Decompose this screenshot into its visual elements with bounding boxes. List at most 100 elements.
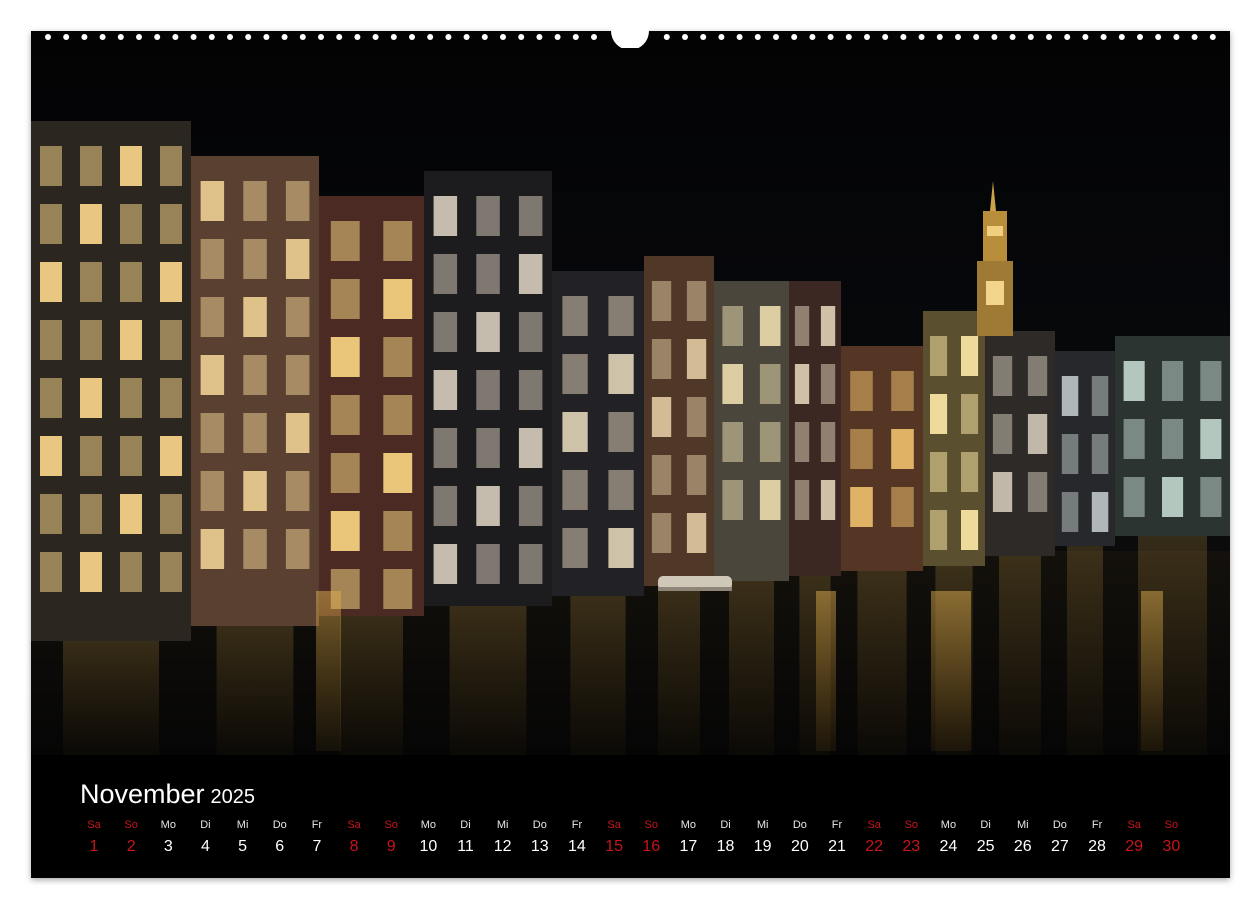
day-name: So — [1164, 819, 1179, 831]
window — [160, 262, 182, 302]
day-name: Sa — [1127, 819, 1141, 831]
window — [285, 181, 310, 221]
day-name: Fr — [571, 819, 583, 831]
day-number: 9 — [386, 838, 396, 855]
day-number: 3 — [163, 838, 173, 855]
window — [200, 355, 225, 395]
day-cell: Mo 24 — [930, 819, 966, 856]
day-name: Mi — [496, 819, 509, 831]
day-name: Do — [1052, 819, 1067, 831]
window — [518, 196, 543, 236]
water-reflection — [449, 606, 527, 755]
day-cell: Sa 15 — [596, 819, 632, 856]
month-name: November — [80, 779, 205, 809]
window — [243, 297, 267, 337]
water-reflection — [729, 581, 774, 755]
day-cell: Fr 7 — [299, 819, 335, 856]
window — [120, 320, 142, 360]
day-number: 16 — [642, 838, 661, 855]
window — [1027, 414, 1048, 454]
day-number: 5 — [238, 838, 248, 855]
day-name: So — [384, 819, 398, 831]
window — [651, 339, 672, 379]
day-number: 12 — [493, 838, 512, 855]
day-cell: So 30 — [1153, 819, 1189, 856]
day-cell: Mi 5 — [225, 819, 261, 856]
window — [383, 395, 413, 435]
window — [200, 529, 225, 569]
day-name: Fr — [311, 819, 323, 831]
day-name: Do — [792, 819, 807, 831]
day-number: 2 — [126, 838, 136, 855]
day-name: Sa — [347, 819, 361, 831]
window — [722, 364, 743, 404]
window — [1162, 419, 1184, 459]
day-cell: So 16 — [633, 819, 669, 856]
window — [686, 397, 707, 437]
day-cell: Di 4 — [187, 819, 223, 856]
window — [285, 413, 310, 453]
day-name: Mi — [236, 819, 249, 831]
window — [476, 544, 500, 584]
photo-amsterdam-canal-night — [31, 31, 1230, 755]
day-name: So — [904, 819, 919, 831]
window — [433, 312, 458, 352]
window — [160, 436, 182, 476]
day-cell: Do 6 — [262, 819, 298, 856]
window — [200, 471, 225, 511]
day-row: Sa 1 So 2 Mo 3 Di 4 Mi 5 Do 6 Fr 7 Sa 8 So 9 Mo 10 Di 11 Mi 12 D… — [31, 819, 1230, 869]
window — [1162, 477, 1184, 517]
day-cell: Mo 17 — [670, 819, 706, 856]
window — [891, 487, 914, 527]
day-number: 20 — [790, 838, 809, 855]
window — [383, 279, 413, 319]
day-name: So — [644, 819, 658, 831]
window — [850, 487, 873, 527]
window — [243, 355, 267, 395]
window — [608, 470, 634, 510]
day-number: 14 — [568, 838, 586, 855]
day-name: So — [124, 819, 138, 831]
window — [120, 436, 142, 476]
day-number: 23 — [902, 838, 921, 855]
window — [1061, 434, 1079, 474]
day-name: Do — [272, 819, 287, 831]
window — [476, 312, 500, 352]
day-name: Fr — [831, 819, 843, 831]
day-name: Di — [200, 819, 211, 831]
window — [686, 513, 707, 553]
window — [518, 312, 543, 352]
light-reflection — [1141, 591, 1163, 751]
window — [891, 371, 914, 411]
day-number: 1 — [89, 838, 99, 855]
window — [80, 378, 102, 418]
day-cell: Di 11 — [448, 819, 484, 856]
month-title: November 2025 — [80, 779, 255, 810]
day-number: 4 — [200, 838, 210, 855]
day-name: Sa — [867, 819, 881, 831]
window — [383, 221, 413, 261]
window — [961, 510, 979, 550]
window — [794, 422, 810, 462]
day-name: Mi — [1016, 819, 1029, 831]
window — [850, 429, 873, 469]
water-reflection — [570, 596, 626, 755]
window — [992, 414, 1013, 454]
window — [433, 428, 458, 468]
day-cell: Mi 19 — [745, 819, 781, 856]
window — [930, 394, 948, 434]
day-number: 18 — [716, 838, 735, 855]
day-number: 8 — [349, 838, 359, 855]
window — [433, 254, 458, 294]
window — [40, 262, 62, 302]
window — [80, 146, 102, 186]
day-number: 11 — [457, 838, 474, 855]
window — [1091, 492, 1109, 532]
window — [80, 320, 102, 360]
window — [243, 471, 267, 511]
window — [608, 354, 634, 394]
window — [80, 204, 102, 244]
window — [651, 455, 672, 495]
water-reflection — [340, 616, 403, 755]
window — [433, 370, 458, 410]
